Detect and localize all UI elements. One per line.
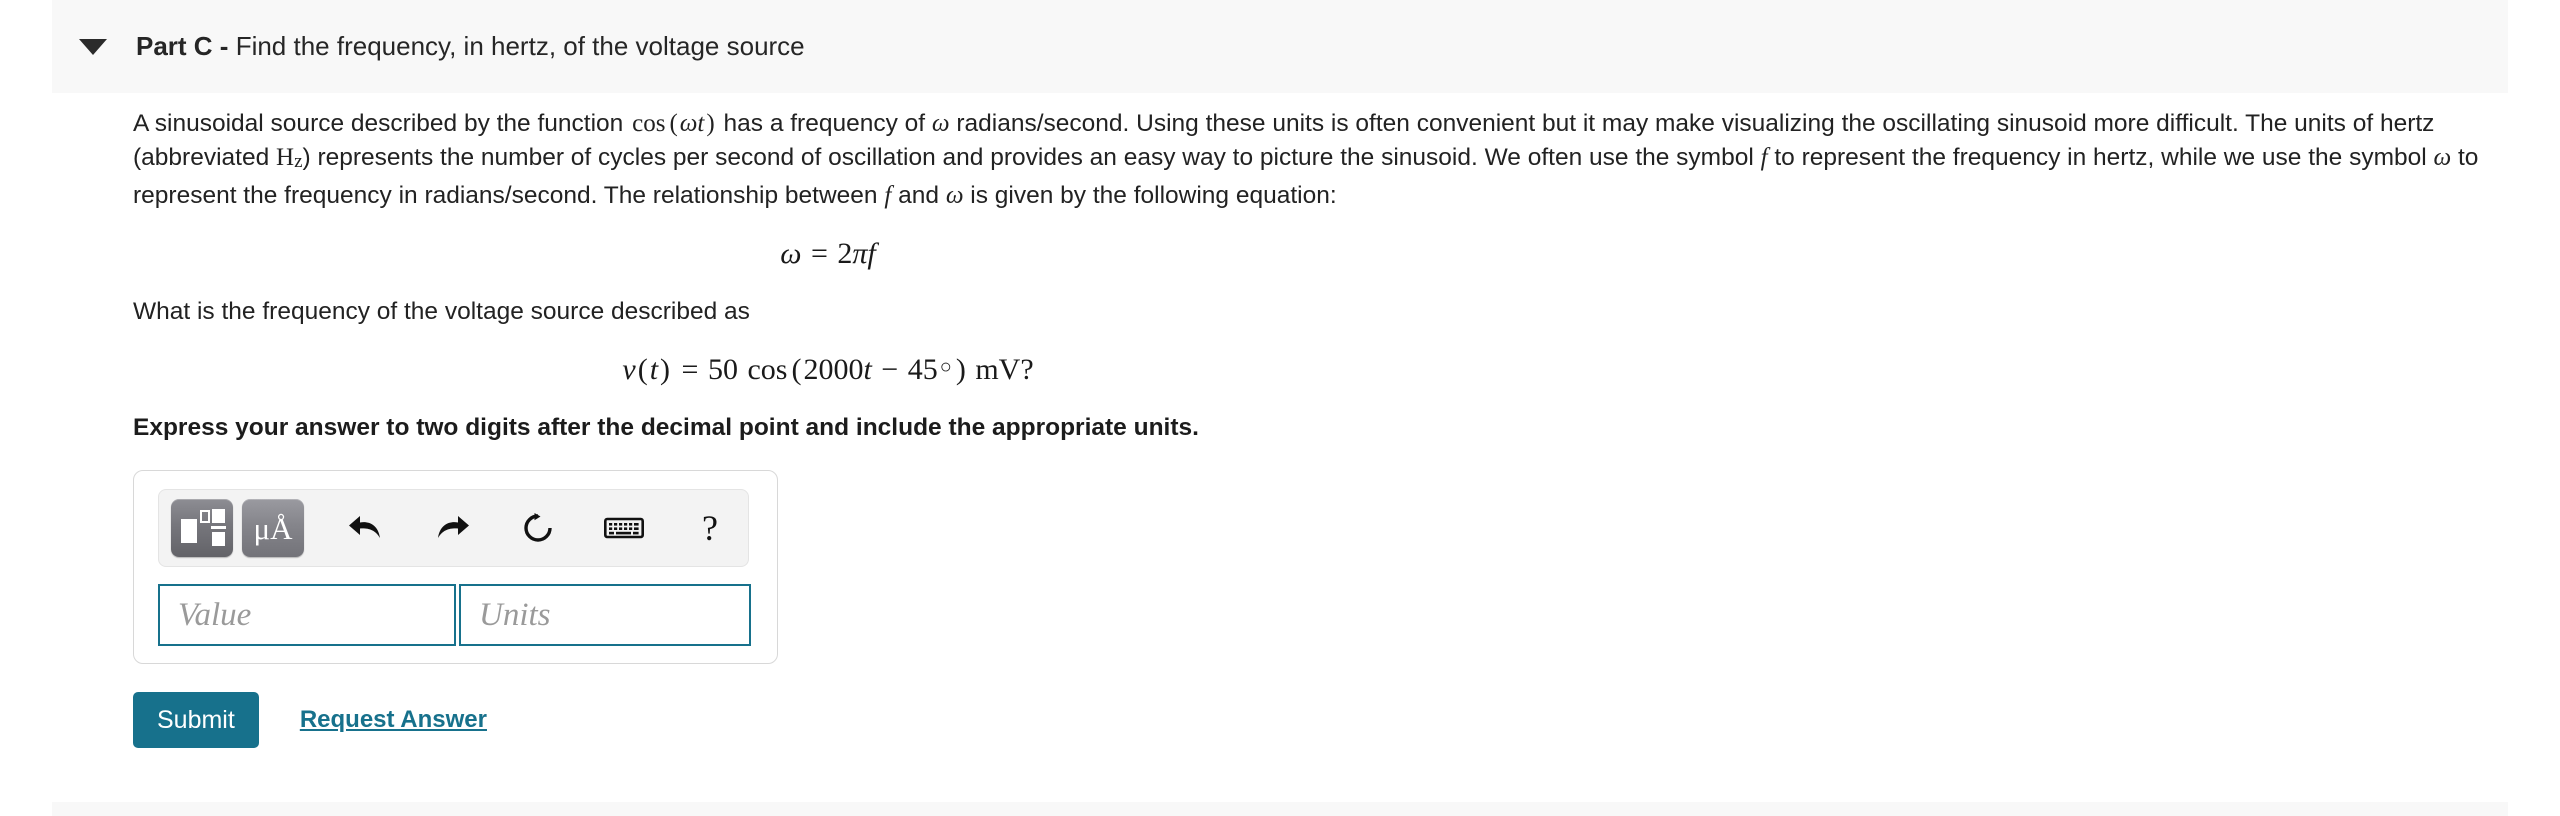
undo-icon bbox=[349, 516, 380, 538]
value-input[interactable]: Value bbox=[158, 584, 456, 646]
request-answer-link[interactable]: Request Answer bbox=[300, 706, 487, 734]
equation-omega-2pi-f: ω = 2πf bbox=[780, 237, 876, 270]
math-template-button[interactable] bbox=[171, 499, 233, 557]
intro-text-7: and bbox=[891, 182, 946, 209]
intro-paragraph: A sinusoidal source described by the fun… bbox=[133, 107, 2495, 213]
part-description: Find the frequency, in hertz, of the vol… bbox=[235, 30, 805, 61]
units-button[interactable]: μÅ bbox=[242, 499, 304, 557]
equation-voltage-source: v(t) = 50 cos (2000t − 45 ○) mV? bbox=[622, 353, 1034, 386]
inline-math-omega-3: ω bbox=[945, 182, 964, 209]
keyboard-button[interactable] bbox=[593, 499, 655, 557]
chevron-down-icon[interactable] bbox=[79, 38, 107, 55]
mu-angstrom-icon: μÅ bbox=[253, 510, 293, 546]
answer-fields: Value Units bbox=[158, 584, 760, 646]
redo-icon bbox=[438, 516, 469, 538]
intro-text-4: ) represents the number of cycles per se… bbox=[302, 144, 1761, 171]
page-title: Part C - Find the frequency, in hertz, o… bbox=[136, 31, 805, 62]
intro-text-1: A sinusoidal source described by the fun… bbox=[133, 110, 631, 137]
undo-button[interactable] bbox=[335, 499, 397, 557]
math-template-icon bbox=[181, 508, 226, 548]
reset-button[interactable] bbox=[507, 499, 569, 557]
inline-math-omega-1: ω bbox=[931, 110, 950, 137]
problem-content: A sinusoidal source described by the fun… bbox=[133, 107, 2513, 748]
math-toolbar: μÅ ? bbox=[158, 489, 749, 567]
intro-text-8: is given by the following equation: bbox=[963, 182, 1337, 209]
value-placeholder: Value bbox=[178, 596, 252, 633]
part-label: Part C bbox=[136, 30, 213, 61]
redo-button[interactable] bbox=[421, 499, 483, 557]
inline-math-hz: Hz bbox=[276, 144, 303, 172]
keyboard-icon bbox=[604, 517, 644, 539]
help-button[interactable]: ? bbox=[679, 499, 741, 557]
part-header[interactable]: Part C - Find the frequency, in hertz, o… bbox=[52, 0, 2508, 93]
submit-button[interactable]: Submit bbox=[133, 692, 259, 748]
part-separator: - bbox=[212, 30, 236, 61]
reset-icon bbox=[524, 513, 552, 542]
inline-math-cos-omega-t: cos (ωt) bbox=[632, 110, 715, 137]
action-row: Submit Request Answer bbox=[133, 692, 2513, 748]
answer-instruction: Express your answer to two digits after … bbox=[133, 414, 1199, 441]
bottom-divider-strip bbox=[52, 802, 2508, 816]
units-placeholder: Units bbox=[479, 596, 551, 633]
question-mark-icon: ? bbox=[702, 508, 718, 548]
intro-text-5: to represent the frequency in hertz, whi… bbox=[1767, 144, 2434, 171]
inline-math-f-1: f bbox=[1760, 144, 1768, 171]
units-input[interactable]: Units bbox=[459, 584, 751, 646]
inline-math-omega-2: ω bbox=[2433, 144, 2452, 171]
answer-box: μÅ ? Value Units bbox=[133, 470, 778, 664]
question-prompt: What is the frequency of the voltage sou… bbox=[133, 298, 750, 325]
intro-text-2: has a frequency of bbox=[716, 110, 932, 137]
